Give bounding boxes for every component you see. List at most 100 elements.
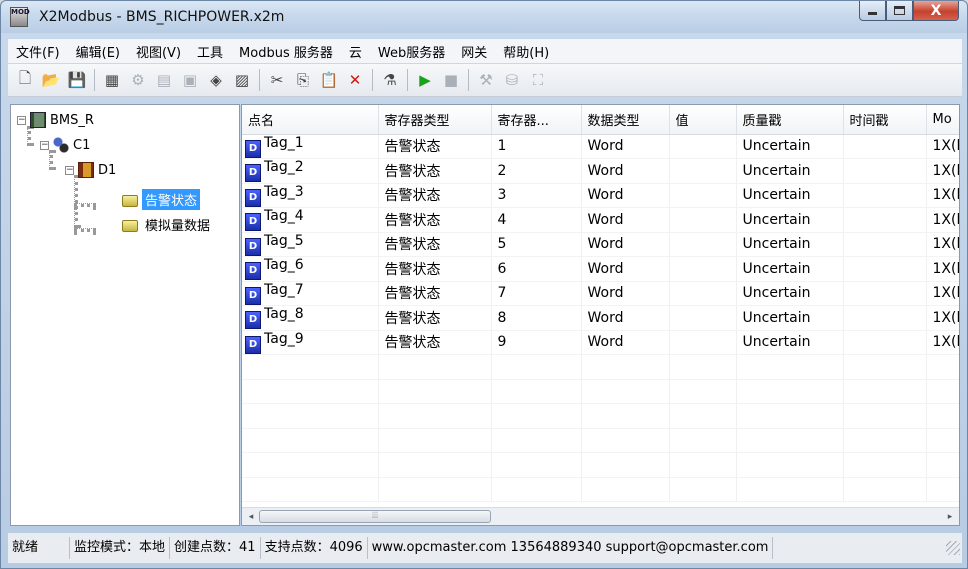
empty-cell [378, 354, 492, 380]
cell-time [843, 281, 927, 306]
cell-time [843, 207, 927, 233]
menu-item[interactable]: 帮助(H) [495, 42, 557, 61]
empty-cell [843, 477, 927, 502]
cell-quality: Uncertain [736, 232, 844, 257]
column-header[interactable]: 质量戳 [736, 105, 844, 135]
empty-cell [669, 379, 737, 404]
tree-node-channel[interactable]: − C1 [40, 137, 90, 153]
menu-item[interactable]: 工具 [189, 42, 231, 61]
cell-quality: Uncertain [736, 256, 844, 282]
cut-icon[interactable]: ✂ [266, 69, 288, 91]
tag-table-body: D Tag_1 告警状态 1 Word Uncertain 1X(l D Tag_2 告警状态 2 W… [242, 134, 959, 502]
menu-item[interactable]: 云 [341, 42, 370, 61]
table-row[interactable]: D Tag_5 告警状态 5 Word Uncertain 1X(l [242, 232, 959, 257]
menu-item[interactable]: 编辑(E) [68, 42, 128, 61]
column-header[interactable]: 值 [669, 105, 737, 135]
column-header[interactable]: 寄存器类型 [378, 105, 492, 135]
menu-item[interactable]: 网关 [453, 42, 495, 61]
empty-cell [242, 354, 379, 380]
collapse-icon[interactable]: − [40, 140, 49, 150]
column-header-row: 点名 寄存器类型 寄存器... 数据类型值质量戳 时间戳 Mo [242, 105, 959, 135]
tree-node-server[interactable]: − BMS_R [17, 112, 94, 128]
column-header[interactable]: 寄存器... [491, 105, 582, 135]
toolbar: 🗋 📂 💾 ▦ ⚙ ▤ ▣ ◈ ▨ ✂ ⎘ 📋 ✕ ⚗ ▶ ■ ⚒ ⛁ ⛶ [8, 64, 962, 97]
copy-icon[interactable]: ⎘ [292, 69, 314, 91]
scrollbar-thumb[interactable]: ⦙⦙⦙ [259, 510, 491, 523]
table-row[interactable]: D Tag_9 告警状态 9 Word Uncertain 1X(l [242, 330, 959, 355]
menu-item[interactable]: Web服务器 [370, 42, 453, 61]
run-icon[interactable]: ▶ [414, 69, 436, 91]
tree-node-device[interactable]: − D1 [65, 162, 116, 178]
table-row[interactable]: D Tag_2 告警状态 2 Word Uncertain 1X(l [242, 158, 959, 184]
table-row[interactable]: D Tag_1 告警状态 1 Word Uncertain 1X(l [242, 134, 959, 159]
open-folder-icon[interactable]: 📂 [40, 69, 62, 91]
tag-list[interactable]: 点名 寄存器类型 寄存器... 数据类型值质量戳 时间戳 Mo D Tag_1 告警状态 1 Wo… [241, 104, 960, 526]
add-server-icon[interactable]: ▦ [101, 69, 123, 91]
title-bar[interactable]: MOD X2Modbus - BMS_RICHPOWER.x2m X [1, 1, 967, 33]
stop-icon[interactable]: ■ [440, 69, 462, 91]
table-row[interactable]: D Tag_3 告警状态 3 Word Uncertain 1X(l [242, 183, 959, 208]
empty-cell [736, 452, 844, 478]
paste-icon[interactable]: 📋 [318, 69, 340, 91]
project-tree[interactable]: − BMS_R − C1 − D1 告警状态 模拟量数据 [10, 104, 240, 526]
cell-reg: 7 [491, 281, 582, 306]
channel-icon [53, 137, 69, 153]
menu-item[interactable]: 视图(V) [128, 42, 189, 61]
status-field: www.opcmaster.com 13564889340 support@op… [368, 537, 774, 559]
horizontal-scrollbar[interactable]: ◂ ⦙⦙⦙ ▸ [242, 507, 959, 525]
collapse-icon[interactable]: − [65, 165, 74, 175]
table-row[interactable]: D Tag_6 告警状态 6 Word Uncertain 1X(l [242, 256, 959, 282]
tag-name: Tag_2 [264, 159, 304, 176]
maximize-button[interactable] [886, 1, 913, 21]
tools-icon[interactable]: ⚒ [475, 69, 497, 91]
close-icon: X [930, 2, 942, 19]
collapse-icon[interactable]: − [17, 115, 26, 125]
minimize-button[interactable] [859, 1, 886, 21]
close-button[interactable]: X [913, 1, 959, 21]
tree-node-group-alarm[interactable]: 告警状态 [122, 189, 201, 210]
empty-row [242, 354, 959, 380]
save-icon[interactable]: 💾 [66, 69, 88, 91]
table-row[interactable]: D Tag_8 告警状态 8 Word Uncertain 1X(l [242, 305, 959, 331]
column-header[interactable]: 时间戳 [843, 105, 927, 135]
add-group-icon[interactable]: ▣ [179, 69, 201, 91]
export-icon[interactable]: ⛶ [527, 69, 549, 91]
monitor-icon[interactable]: ⚗ [379, 69, 401, 91]
column-header[interactable]: 数据类型 [581, 105, 670, 135]
cell-reg-type: 告警状态 [378, 232, 492, 257]
menu-item[interactable]: 文件(F) [8, 42, 68, 61]
scroll-right-icon[interactable]: ▸ [943, 510, 957, 524]
toolbar-separator [372, 69, 373, 91]
delete-icon[interactable]: ✕ [344, 69, 366, 91]
cell-dtype: Word [581, 232, 670, 257]
tag-name-cell: D Tag_2 [242, 158, 379, 184]
scroll-left-icon[interactable]: ◂ [244, 510, 258, 524]
tree-node-group-analog[interactable]: 模拟量数据 [122, 215, 210, 234]
cell-quality: Uncertain [736, 158, 844, 184]
new-file-icon[interactable]: 🗋 [14, 69, 36, 91]
cell-quality: Uncertain [736, 305, 844, 331]
menu-item[interactable]: Modbus 服务器 [231, 42, 341, 61]
group-folder-icon [122, 195, 138, 207]
cell-dtype: Word [581, 281, 670, 306]
empty-cell [669, 354, 737, 380]
cell-mo: 1X(l [926, 256, 959, 282]
column-header[interactable]: Mo [926, 105, 959, 135]
tag-name-cell: D Tag_6 [242, 256, 379, 282]
empty-cell [581, 354, 670, 380]
empty-cell [843, 403, 927, 429]
gateway-icon[interactable]: ⛁ [501, 69, 523, 91]
table-row[interactable]: D Tag_4 告警状态 4 Word Uncertain 1X(l [242, 207, 959, 233]
resize-grip-icon[interactable] [946, 541, 960, 555]
cell-value [669, 207, 737, 233]
add-device-icon[interactable]: ▤ [153, 69, 175, 91]
server-icon [30, 112, 46, 128]
add-tag-icon[interactable]: ◈ [205, 69, 227, 91]
cell-quality: Uncertain [736, 207, 844, 233]
add-channel-icon[interactable]: ⚙ [127, 69, 149, 91]
status-field: 监控模式：本地 [70, 537, 171, 559]
tag-icon: D [245, 188, 261, 207]
table-row[interactable]: D Tag_7 告警状态 7 Word Uncertain 1X(l [242, 281, 959, 306]
column-header[interactable]: 点名 [242, 105, 379, 135]
properties-icon[interactable]: ▨ [231, 69, 253, 91]
